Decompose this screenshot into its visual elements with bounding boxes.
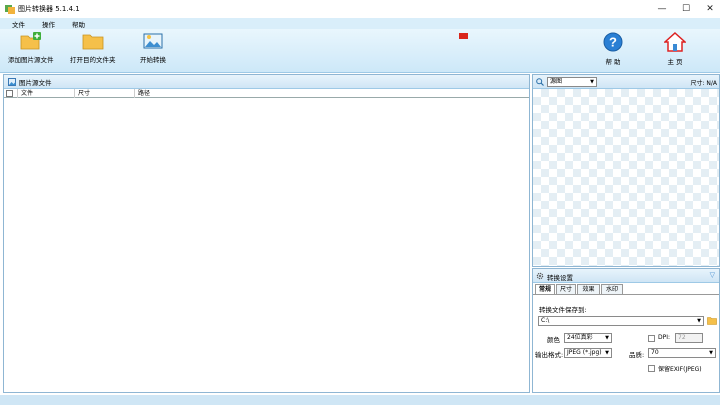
tab-divider bbox=[533, 294, 719, 295]
add-source-label: 添加图片源文件 bbox=[8, 56, 54, 64]
menu-bar: 文件 操作 帮助 bbox=[0, 18, 720, 29]
preview-size-label: 尺寸: N/A bbox=[690, 80, 717, 87]
color-label: 颜色 bbox=[547, 336, 560, 344]
column-size[interactable]: 尺寸 bbox=[74, 89, 134, 98]
svg-text:?: ? bbox=[609, 35, 617, 50]
chevron-down-icon: ▼ bbox=[605, 335, 609, 341]
image-convert-icon bbox=[143, 33, 163, 49]
home-button[interactable]: 主 页 bbox=[664, 32, 686, 66]
help-label: 帮 助 bbox=[605, 58, 621, 66]
help-button[interactable]: ? 帮 助 bbox=[603, 32, 623, 66]
conversion-settings-panel: 转换设置 ▽ 常规 尺寸 效果 水印 转换文件保存到: C:\ ▼ 颜色 24位… bbox=[532, 268, 720, 393]
exif-checkbox[interactable] bbox=[648, 365, 655, 372]
save-to-label: 转换文件保存到: bbox=[539, 306, 587, 314]
tab-effect[interactable]: 效果 bbox=[577, 284, 600, 294]
dpi-value: 72 bbox=[678, 334, 686, 341]
browse-folder-icon[interactable] bbox=[707, 316, 717, 325]
gear-icon bbox=[536, 272, 544, 280]
home-label: 主 页 bbox=[667, 58, 683, 66]
open-target-button[interactable]: 打开目的文件夹 bbox=[70, 32, 116, 64]
quality-label: 品质: bbox=[629, 351, 645, 359]
menu-operation[interactable]: 操作 bbox=[42, 19, 55, 29]
chevron-down-icon: ▼ bbox=[590, 79, 594, 85]
tab-watermark[interactable]: 水印 bbox=[601, 284, 623, 294]
dpi-label: DPI: bbox=[658, 334, 671, 341]
settings-header: 转换设置 ▽ bbox=[533, 269, 719, 283]
toolbar: 添加图片源文件 打开目的文件夹 开始转换 ? 帮 助 主 页 bbox=[0, 29, 720, 73]
chevron-down-icon: ▼ bbox=[709, 350, 713, 356]
tab-size[interactable]: 尺寸 bbox=[556, 284, 576, 294]
color-select[interactable]: 24位真彩 ▼ bbox=[564, 333, 612, 343]
settings-title: 转换设置 bbox=[547, 274, 573, 282]
dpi-checkbox[interactable] bbox=[648, 335, 655, 342]
format-label: 输出格式: bbox=[535, 351, 564, 359]
image-list-icon bbox=[8, 77, 16, 86]
open-target-label: 打开目的文件夹 bbox=[70, 56, 116, 64]
quality-value: 70 bbox=[651, 349, 659, 356]
close-button[interactable]: ✕ bbox=[696, 0, 720, 18]
source-panel-header: 图片源文件 bbox=[4, 75, 529, 89]
title-bar: 图片转换器 5.1.4.1 — ☐ ✕ bbox=[0, 0, 720, 18]
tab-general[interactable]: 常规 bbox=[535, 284, 555, 294]
preview-canvas bbox=[533, 89, 719, 266]
column-file[interactable]: 文件 bbox=[17, 89, 74, 98]
source-panel-title: 图片源文件 bbox=[19, 78, 52, 87]
start-convert-button[interactable]: 开始转换 bbox=[140, 32, 166, 64]
preview-mode-select[interactable]: 源图 ▼ bbox=[547, 77, 597, 87]
add-source-button[interactable]: 添加图片源文件 bbox=[8, 32, 54, 64]
status-bar bbox=[0, 395, 720, 405]
select-all-checkbox[interactable] bbox=[6, 90, 13, 97]
app-icon bbox=[5, 5, 15, 14]
preview-mode-value: 源图 bbox=[550, 78, 563, 85]
home-icon bbox=[664, 32, 686, 52]
chevron-down-icon: ▼ bbox=[697, 318, 701, 324]
preview-header: 源图 ▼ 尺寸: N/A bbox=[533, 75, 719, 89]
source-file-panel: 图片源文件 文件 尺寸 路径 bbox=[3, 74, 530, 393]
folder-icon bbox=[82, 34, 104, 50]
exif-label: 保留EXIF(JPEG) bbox=[658, 366, 702, 373]
flag-icon[interactable] bbox=[459, 33, 468, 39]
dpi-input[interactable]: 72 bbox=[675, 333, 703, 343]
color-value: 24位真彩 bbox=[567, 334, 593, 341]
menu-file[interactable]: 文件 bbox=[12, 19, 25, 29]
quality-select[interactable]: 70 ▼ bbox=[648, 348, 716, 358]
save-path-input[interactable]: C:\ ▼ bbox=[538, 316, 704, 326]
file-list-header: 文件 尺寸 路径 bbox=[4, 89, 529, 98]
help-icon: ? bbox=[603, 32, 623, 52]
folder-add-icon bbox=[20, 32, 41, 50]
format-value: JPEG (*.jpg) bbox=[567, 349, 602, 356]
format-select[interactable]: JPEG (*.jpg) ▼ bbox=[564, 348, 612, 358]
menu-help[interactable]: 帮助 bbox=[72, 19, 85, 29]
column-path[interactable]: 路径 bbox=[134, 89, 529, 98]
window-title: 图片转换器 5.1.4.1 bbox=[18, 5, 80, 13]
zoom-icon bbox=[536, 78, 544, 86]
preview-panel: 源图 ▼ 尺寸: N/A bbox=[532, 74, 720, 267]
save-path-value: C:\ bbox=[541, 317, 550, 324]
start-convert-label: 开始转换 bbox=[140, 56, 166, 64]
chevron-down-icon: ▼ bbox=[605, 349, 609, 357]
collapse-icon[interactable]: ▽ bbox=[710, 271, 715, 279]
